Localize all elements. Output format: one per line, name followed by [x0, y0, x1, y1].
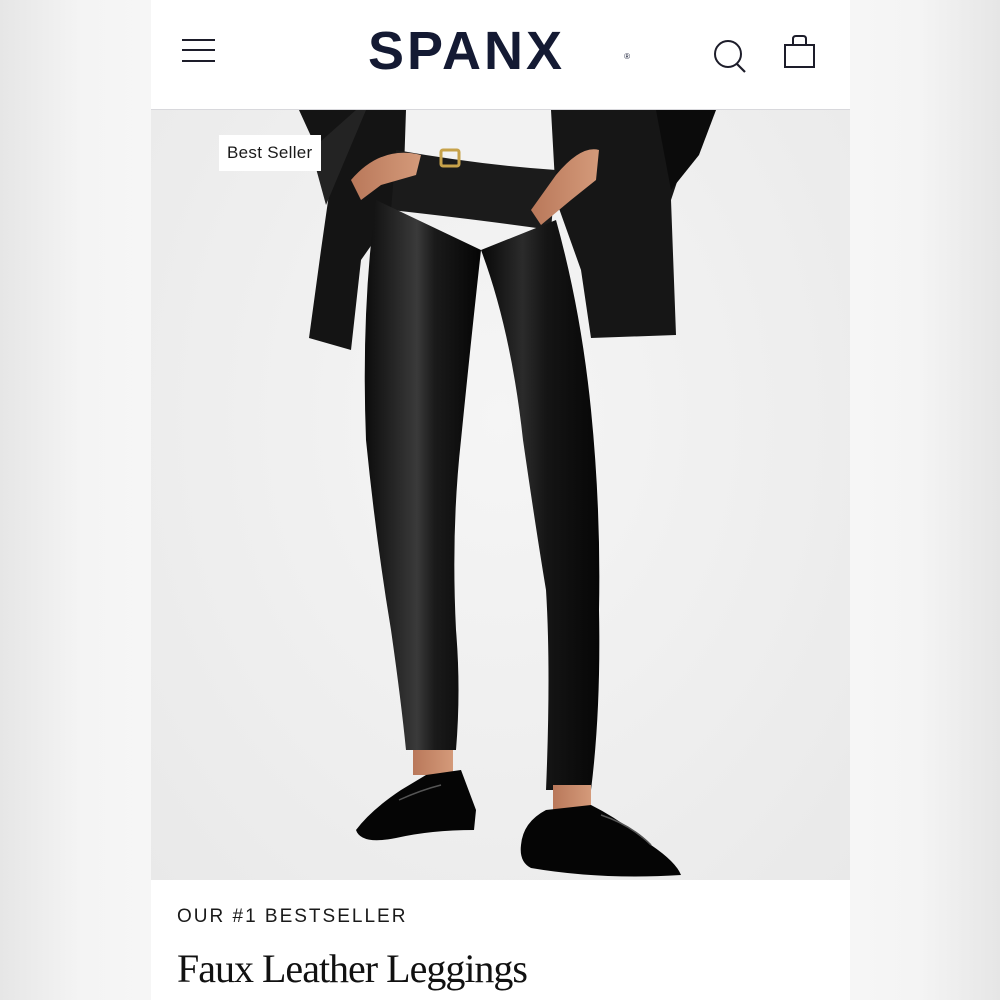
logo-text: SPANX — [368, 21, 566, 81]
shopping-bag-icon[interactable] — [781, 33, 821, 73]
product-title: Faux Leather Leggings — [177, 946, 528, 991]
search-icon[interactable] — [711, 36, 751, 76]
best-seller-badge: Best Seller — [219, 135, 321, 171]
product-page: SPANX ® Best Seller OUR #1 BESTSELLER Fa… — [151, 0, 850, 1000]
registered-mark: ® — [624, 52, 630, 61]
product-hero-image[interactable]: Best Seller — [151, 110, 850, 880]
product-eyebrow: OUR #1 BESTSELLER — [177, 906, 408, 927]
hamburger-menu-icon[interactable] — [181, 37, 217, 67]
site-header: SPANX ® — [151, 0, 850, 110]
spanx-logo[interactable]: SPANX ® — [368, 21, 630, 81]
model-wearing-leggings-image — [299, 110, 716, 877]
